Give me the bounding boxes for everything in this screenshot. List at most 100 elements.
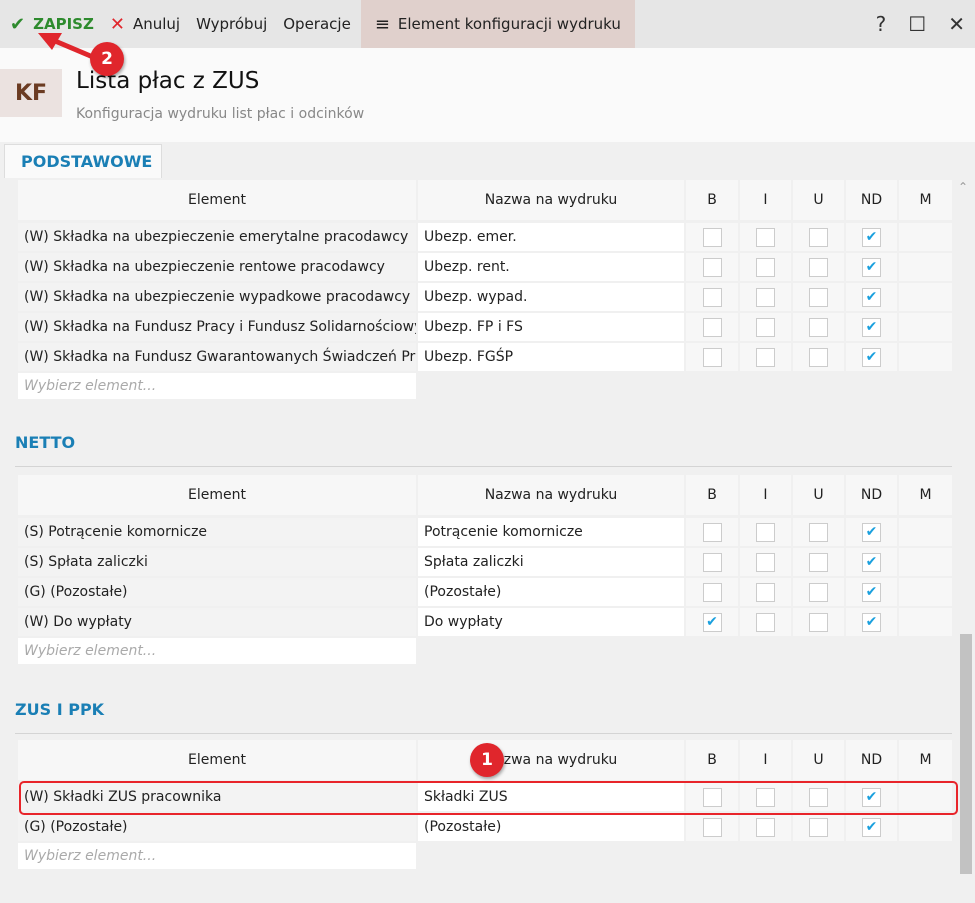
print-name-cell[interactable]: Ubezp. emer. [418, 223, 684, 251]
table-row[interactable]: (S) Spłata zaliczki Spłata zaliczki ✔ [18, 548, 952, 576]
column-header[interactable]: ND [846, 740, 897, 780]
table-row[interactable]: (W) Składka na ubezpieczenie emerytalne … [18, 223, 952, 251]
checkbox-nd[interactable]: ✔ [862, 227, 881, 247]
element-cell[interactable]: (S) Potrącenie komornicze [18, 518, 416, 546]
checkbox-u[interactable] [809, 522, 828, 542]
column-header[interactable]: I [740, 740, 791, 780]
checkbox-b[interactable] [702, 287, 722, 307]
checkbox-i[interactable] [756, 347, 775, 367]
checkbox-u[interactable] [809, 347, 828, 367]
checkbox-u[interactable] [809, 257, 828, 277]
column-header[interactable]: ND [846, 180, 897, 220]
checkbox-nd[interactable]: ✔ [862, 582, 881, 602]
checkbox-b[interactable] [702, 257, 722, 277]
table-row[interactable]: (S) Potrącenie komornicze Potrącenie komo… [18, 518, 952, 546]
column-header[interactable]: Nazwa na wydruku [418, 180, 684, 220]
checkbox-u[interactable] [809, 552, 828, 572]
checkbox-b[interactable] [702, 227, 722, 247]
checkbox-i[interactable] [756, 582, 775, 602]
checkbox-i[interactable] [756, 612, 775, 632]
checkbox-i[interactable] [756, 522, 775, 542]
checkbox-i[interactable] [756, 227, 775, 247]
element-picker-input[interactable]: Wybierz element... [18, 843, 416, 869]
checkbox-i[interactable] [756, 317, 775, 337]
checkbox-nd[interactable]: ✔ [862, 552, 881, 572]
checkbox-nd[interactable]: ✔ [862, 522, 881, 542]
checkbox-u[interactable] [809, 287, 828, 307]
maximize-button[interactable]: ☐ [908, 12, 926, 36]
print-name-cell[interactable]: Do wypłaty [418, 608, 684, 636]
checkbox-u[interactable] [809, 817, 828, 837]
table-row[interactable]: (W) Składka na Fundusz Pracy i Fundusz S… [18, 313, 952, 341]
column-header[interactable]: I [740, 180, 791, 220]
element-cell[interactable]: (S) Spłata zaliczki [18, 548, 416, 576]
print-name-cell[interactable]: Ubezp. FP i FS [418, 313, 684, 341]
column-header[interactable]: U [793, 475, 844, 515]
column-header[interactable]: B [686, 740, 738, 780]
print-name-cell[interactable]: (Pozostałe) [418, 578, 684, 606]
column-header[interactable]: Nazwa na wydruku [418, 475, 684, 515]
table-row[interactable]: (W) Do wypłaty Do wypłaty ✔ ✔ [18, 608, 952, 636]
checkbox-b[interactable]: ✔ [702, 612, 722, 632]
table-row[interactable]: (G) (Pozostałe) (Pozostałe) ✔ [18, 578, 952, 606]
close-button[interactable]: ✕ [948, 12, 965, 36]
checkbox-i[interactable] [756, 817, 775, 837]
column-header[interactable]: M [899, 180, 952, 220]
checkbox-b[interactable] [702, 552, 722, 572]
print-name-cell[interactable]: Potrącenie komornicze [418, 518, 684, 546]
print-name-cell[interactable]: Ubezp. rent. [418, 253, 684, 281]
element-cell[interactable]: (W) Składka na Fundusz Pracy i Fundusz S… [18, 313, 416, 341]
tab-podstawowe[interactable]: PODSTAWOWE [4, 144, 162, 178]
print-name-cell[interactable]: Ubezp. FGŚP [418, 343, 684, 371]
checkbox-u[interactable] [809, 317, 828, 337]
context-menu-button[interactable]: ≡ Element konfiguracji wydruku [360, 0, 635, 48]
checkbox-b[interactable] [702, 817, 722, 837]
operations-button[interactable]: Operacje [275, 0, 359, 48]
element-cell[interactable]: (W) Do wypłaty [18, 608, 416, 636]
column-header[interactable]: Element [18, 180, 416, 220]
checkbox-u[interactable] [809, 582, 828, 602]
try-button[interactable]: Wypróbuj [188, 0, 275, 48]
element-picker-input[interactable]: Wybierz element... [18, 638, 416, 664]
column-header[interactable]: U [793, 180, 844, 220]
column-header[interactable]: B [686, 180, 738, 220]
column-header[interactable]: U [793, 740, 844, 780]
checkbox-b[interactable] [702, 317, 722, 337]
element-cell[interactable]: (W) Składka na Fundusz Gwarantowanych Św… [18, 343, 416, 371]
column-header[interactable]: I [740, 475, 791, 515]
checkbox-u[interactable] [809, 612, 828, 632]
column-header[interactable]: Nazwa na wydruku [418, 740, 684, 780]
table-row[interactable]: (G) (Pozostałe) (Pozostałe) ✔ [18, 813, 952, 841]
checkbox-nd[interactable]: ✔ [862, 347, 881, 367]
element-picker-input[interactable]: Wybierz element... [18, 373, 416, 399]
checkbox-b[interactable] [702, 347, 722, 367]
checkbox-nd[interactable]: ✔ [862, 612, 881, 632]
column-header[interactable]: ND [846, 475, 897, 515]
element-cell[interactable]: (W) Składka na ubezpieczenie rentowe pra… [18, 253, 416, 281]
print-name-cell[interactable]: Spłata zaliczki [418, 548, 684, 576]
element-cell[interactable]: (W) Składka na ubezpieczenie wypadkowe p… [18, 283, 416, 311]
checkbox-nd[interactable]: ✔ [862, 287, 881, 307]
scroll-up-icon[interactable]: ⌃ [958, 180, 968, 194]
checkbox-i[interactable] [756, 257, 775, 277]
column-header[interactable]: M [899, 475, 952, 515]
checkbox-nd[interactable]: ✔ [862, 817, 881, 837]
print-name-cell[interactable]: Ubezp. wypad. [418, 283, 684, 311]
checkbox-nd[interactable]: ✔ [862, 257, 881, 277]
checkbox-b[interactable] [702, 522, 722, 542]
checkbox-i[interactable] [756, 552, 775, 572]
checkbox-nd[interactable]: ✔ [862, 317, 881, 337]
checkbox-b[interactable] [702, 582, 722, 602]
column-header[interactable]: M [899, 740, 952, 780]
checkbox-u[interactable] [809, 227, 828, 247]
table-row[interactable]: (W) Składka na ubezpieczenie rentowe pra… [18, 253, 952, 281]
checkbox-i[interactable] [756, 287, 775, 307]
help-button[interactable]: ? [876, 12, 887, 36]
print-name-cell[interactable]: (Pozostałe) [418, 813, 684, 841]
column-header[interactable]: Element [18, 475, 416, 515]
element-cell[interactable]: (G) (Pozostałe) [18, 813, 416, 841]
table-row[interactable]: (W) Składka na Fundusz Gwarantowanych Św… [18, 343, 952, 371]
scrollbar[interactable] [960, 634, 972, 874]
element-cell[interactable]: (G) (Pozostałe) [18, 578, 416, 606]
column-header[interactable]: Element [18, 740, 416, 780]
